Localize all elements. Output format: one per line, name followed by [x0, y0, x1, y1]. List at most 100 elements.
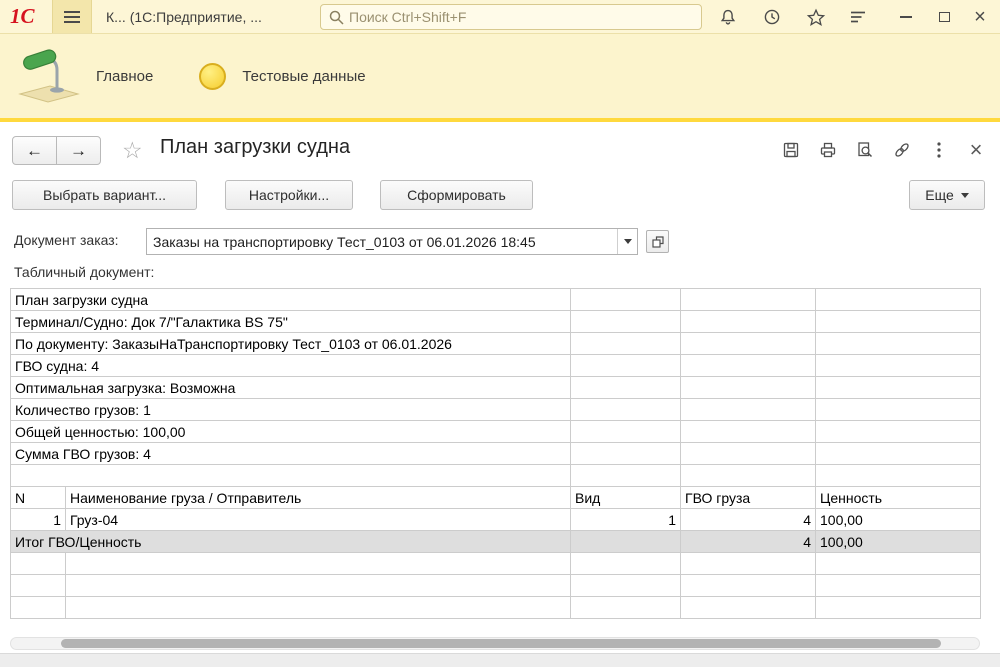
column-header[interactable]: Ценность [816, 487, 981, 509]
cell[interactable] [571, 355, 681, 377]
cell[interactable] [816, 399, 981, 421]
cell[interactable] [571, 311, 681, 333]
cell[interactable] [816, 553, 981, 575]
preview-button[interactable] [855, 140, 875, 160]
section-test-data[interactable]: Тестовые данные [199, 63, 365, 90]
more-button[interactable]: Еще [909, 180, 985, 210]
cell[interactable] [66, 597, 571, 619]
cell[interactable] [816, 443, 981, 465]
cell[interactable] [816, 421, 981, 443]
cell[interactable] [681, 333, 816, 355]
main-menu-button[interactable] [52, 0, 92, 33]
service-menu-button[interactable] [846, 6, 870, 28]
forward-button[interactable]: → [56, 136, 101, 165]
search-input[interactable] [349, 6, 697, 28]
cell[interactable] [816, 333, 981, 355]
cell[interactable] [571, 333, 681, 355]
cell[interactable] [571, 465, 681, 487]
scrollbar-thumb[interactable] [61, 639, 941, 648]
cell[interactable] [571, 553, 681, 575]
cell[interactable]: 1 [11, 509, 66, 531]
cell[interactable] [681, 597, 816, 619]
column-header[interactable]: Наименование груза / Отправитель [66, 487, 571, 509]
meta-row: Терминал/Судно: Док 7/"Галактика BS 75" [11, 311, 981, 333]
empty-row [11, 553, 981, 575]
cell[interactable] [816, 575, 981, 597]
cell[interactable] [816, 377, 981, 399]
cell[interactable] [681, 421, 816, 443]
minimize-button[interactable] [894, 6, 918, 28]
data-row: 1 Груз-04 1 4 100,00 [11, 509, 981, 531]
cell[interactable]: Общей ценностью: 100,00 [11, 421, 571, 443]
cell[interactable] [571, 531, 681, 553]
cell[interactable]: 1 [571, 509, 681, 531]
cell[interactable] [816, 597, 981, 619]
cell[interactable] [681, 289, 816, 311]
cell[interactable] [681, 355, 816, 377]
cell[interactable]: План загрузки судна [11, 289, 571, 311]
cell[interactable] [571, 443, 681, 465]
open-document-button[interactable] [646, 230, 669, 253]
cell[interactable]: По документу: ЗаказыНаТранспортировку Те… [11, 333, 571, 355]
cell[interactable]: Количество грузов: 1 [11, 399, 571, 421]
cell[interactable]: 4 [681, 531, 816, 553]
cell[interactable] [11, 575, 66, 597]
section-main[interactable]: Главное [16, 47, 153, 105]
cell[interactable]: Итог ГВО/Ценность [11, 531, 571, 553]
print-button[interactable] [818, 140, 838, 160]
cell[interactable] [681, 575, 816, 597]
cell[interactable] [571, 575, 681, 597]
history-button[interactable] [760, 6, 784, 28]
cell[interactable] [681, 465, 816, 487]
cell[interactable]: ГВО судна: 4 [11, 355, 571, 377]
cell[interactable] [571, 421, 681, 443]
cell[interactable] [681, 443, 816, 465]
cell[interactable] [681, 553, 816, 575]
column-header[interactable]: ГВО груза [681, 487, 816, 509]
cell[interactable] [681, 377, 816, 399]
generate-button[interactable]: Сформировать [380, 180, 533, 210]
choose-variant-button[interactable]: Выбрать вариант... [12, 180, 197, 210]
settings-button[interactable]: Настройки... [225, 180, 353, 210]
back-button[interactable]: ← [12, 136, 57, 165]
cell[interactable]: Сумма ГВО грузов: 4 [11, 443, 571, 465]
cell[interactable] [66, 575, 571, 597]
save-button[interactable] [781, 140, 801, 160]
favorites-button[interactable] [804, 6, 828, 28]
sections-panel: Главное Тестовые данные [0, 34, 1000, 122]
cell[interactable] [571, 399, 681, 421]
maximize-button[interactable] [932, 6, 956, 28]
cell[interactable] [816, 289, 981, 311]
column-header[interactable]: N [11, 487, 66, 509]
cell[interactable] [66, 553, 571, 575]
empty-row [11, 597, 981, 619]
horizontal-scrollbar[interactable] [10, 637, 980, 650]
cell[interactable] [816, 311, 981, 333]
cell[interactable]: Терминал/Судно: Док 7/"Галактика BS 75" [11, 311, 571, 333]
notifications-button[interactable] [716, 6, 740, 28]
cell[interactable] [571, 597, 681, 619]
document-dropdown-button[interactable] [617, 229, 637, 254]
add-to-favorites-icon[interactable]: ☆ [122, 136, 143, 164]
cell[interactable] [681, 399, 816, 421]
cell[interactable]: Оптимальная загрузка: Возможна [11, 377, 571, 399]
cell[interactable]: 100,00 [816, 531, 981, 553]
form-close-button[interactable]: × [966, 140, 986, 160]
window-close-button[interactable]: × [968, 6, 992, 28]
cell[interactable] [571, 289, 681, 311]
cell[interactable]: Груз-04 [66, 509, 571, 531]
more-actions-button[interactable] [929, 140, 949, 160]
cell[interactable] [11, 597, 66, 619]
cell[interactable]: 4 [681, 509, 816, 531]
cell[interactable] [681, 311, 816, 333]
document-order-input[interactable] [147, 229, 617, 254]
cell[interactable] [11, 553, 66, 575]
spreadsheet-document[interactable]: План загрузки судна Терминал/Судно: Док … [10, 288, 981, 619]
cell[interactable]: 100,00 [816, 509, 981, 531]
get-link-button[interactable] [892, 140, 912, 160]
cell[interactable] [11, 465, 571, 487]
cell[interactable] [816, 465, 981, 487]
cell[interactable] [571, 377, 681, 399]
column-header[interactable]: Вид [571, 487, 681, 509]
cell[interactable] [816, 355, 981, 377]
